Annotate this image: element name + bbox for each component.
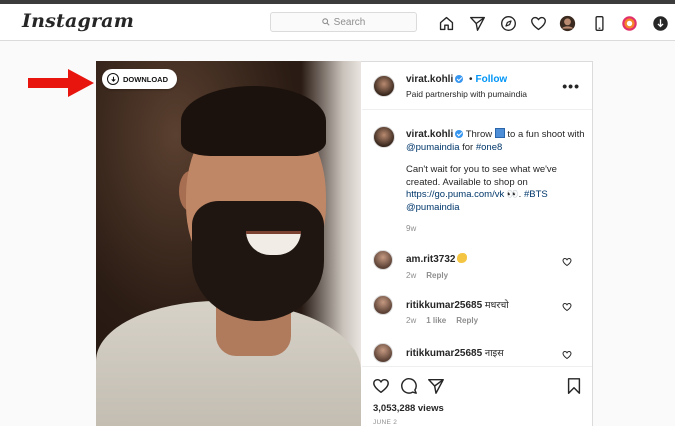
shop-link[interactable]: https://go.puma.com/vk <box>406 189 504 200</box>
caption-username[interactable]: virat.kohli <box>406 129 453 140</box>
author-line: virat.kohli • Follow <box>406 74 507 85</box>
verified-badge-icon <box>455 75 464 83</box>
post-video[interactable] <box>96 61 361 426</box>
commenter-avatar[interactable] <box>373 343 393 363</box>
photo-hair <box>181 86 326 156</box>
mention-link[interactable]: @pumaindia <box>406 202 459 213</box>
commenter-username[interactable]: am.rit3732 <box>406 254 455 265</box>
hashtag-link[interactable]: #one8 <box>476 142 502 153</box>
activity-heart-icon[interactable] <box>529 14 547 32</box>
emoji-icon <box>494 128 505 138</box>
caption-segment: Throw <box>463 129 493 140</box>
view-count[interactable]: 3,053,288 views <box>373 403 444 414</box>
download-extension-icon[interactable] <box>651 14 669 32</box>
direct-icon[interactable] <box>468 14 486 32</box>
commenter-username[interactable]: ritikkumar25685 <box>406 348 482 359</box>
red-arrow-pointer <box>28 69 94 97</box>
post-date[interactable]: JUNE 2 <box>373 419 397 426</box>
phone-icon[interactable] <box>590 14 608 32</box>
author-avatar[interactable] <box>373 75 395 97</box>
comment-text: am.rit3732 <box>406 253 468 265</box>
follow-button[interactable]: Follow <box>476 74 508 85</box>
caption-text: virat.kohli Throw to a fun shoot with @p… <box>406 128 588 214</box>
post-sidebar: virat.kohli • Follow Paid partnership wit… <box>362 62 592 426</box>
more-options-icon[interactable]: ••• <box>562 78 580 94</box>
top-navigation-bar: Instagram Search <box>0 4 675 41</box>
post-actions: 3,053,288 views JUNE 2 <box>362 366 592 426</box>
mention-link[interactable]: @pumaindia <box>406 142 459 153</box>
caption-segment: for <box>459 141 476 153</box>
extension-icon[interactable] <box>620 14 638 32</box>
comment-text: ritikkumar25685 नाइस <box>406 346 504 359</box>
download-button[interactable]: DOWNLOAD <box>102 69 177 89</box>
download-icon <box>107 73 119 85</box>
caption-avatar[interactable] <box>373 126 395 148</box>
save-bookmark-icon[interactable] <box>565 377 583 395</box>
clap-emoji-icon <box>457 253 468 263</box>
download-label: DOWNLOAD <box>123 74 168 84</box>
search-icon <box>321 18 330 26</box>
caption-segment: Can't wait for you to see what we've cre… <box>406 164 557 188</box>
comment-time[interactable]: 2w <box>406 271 416 280</box>
comment-body: नाइस <box>484 348 504 359</box>
post-header: virat.kohli • Follow Paid partnership wit… <box>362 62 592 110</box>
comment-meta: 2w 1 like Reply <box>406 316 488 325</box>
photo-beard <box>192 201 324 321</box>
caption-segment: to a fun shoot with <box>504 129 585 140</box>
like-heart-icon[interactable] <box>372 377 390 395</box>
comment-row: ritikkumar25685 मधरचो 2w 1 like Reply <box>362 295 592 335</box>
commenter-username[interactable]: ritikkumar25685 <box>406 300 482 311</box>
instagram-logo[interactable]: Instagram <box>22 10 134 32</box>
paid-partnership-label[interactable]: Paid partnership with pumaindia <box>406 89 527 99</box>
comment-body: मधरचो <box>484 300 509 311</box>
comment-text: ritikkumar25685 मधरचो <box>406 298 509 311</box>
comment-row: am.rit3732 2w Reply <box>362 250 592 290</box>
commenter-avatar[interactable] <box>373 250 393 270</box>
comment-meta: 2w Reply <box>406 271 458 280</box>
hashtag-link[interactable]: #BTS <box>524 189 548 200</box>
separator-dot: • <box>469 74 473 85</box>
comment-bubble-icon[interactable] <box>400 377 418 395</box>
explore-icon[interactable] <box>499 14 517 32</box>
like-comment-heart-icon[interactable] <box>562 350 572 360</box>
like-comment-heart-icon[interactable] <box>562 257 572 267</box>
profile-avatar[interactable] <box>558 14 576 32</box>
caption-segment: 👀. <box>504 189 524 200</box>
author-username[interactable]: virat.kohli <box>406 74 453 85</box>
caption-timestamp[interactable]: 9w <box>406 224 416 233</box>
comment-time[interactable]: 2w <box>406 316 416 325</box>
search-input[interactable]: Search <box>270 12 417 32</box>
comment-likes[interactable]: 1 like <box>426 316 446 325</box>
reply-button[interactable]: Reply <box>456 316 478 325</box>
commenter-avatar[interactable] <box>373 295 393 315</box>
search-placeholder: Search <box>333 16 366 28</box>
home-icon[interactable] <box>437 14 455 32</box>
like-comment-heart-icon[interactable] <box>562 302 572 312</box>
share-icon[interactable] <box>427 377 445 395</box>
reply-button[interactable]: Reply <box>426 271 448 280</box>
